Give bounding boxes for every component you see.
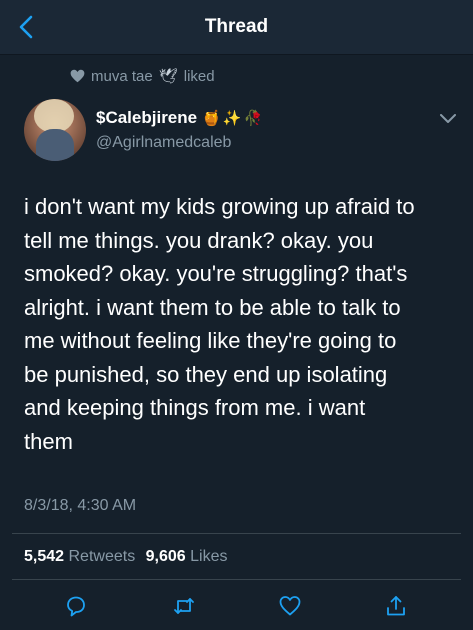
- like-icon[interactable]: [278, 594, 302, 618]
- likes-label: Likes: [190, 548, 228, 565]
- retweets-label: Retweets: [68, 548, 136, 565]
- retweets-stat[interactable]: 5,542 Retweets: [24, 548, 140, 565]
- author-name-emojis: 🍯✨🥀: [202, 110, 265, 127]
- avatar[interactable]: [24, 99, 86, 161]
- tweet-line: i don't want my kids growing up afraid t…: [24, 194, 415, 219]
- tweet-line: them: [24, 428, 73, 454]
- retweets-count: 5,542: [24, 548, 65, 565]
- social-context-user[interactable]: muva tae: [91, 68, 153, 85]
- heart-icon: [70, 69, 85, 83]
- tweet-line: and keeping things from me. i want: [24, 395, 366, 420]
- tweet-timestamp: 8/3/18, 4:30 AM: [24, 497, 137, 514]
- likes-stat[interactable]: 9,606 Likes: [146, 548, 228, 565]
- social-context[interactable]: muva tae 🕊 liked: [70, 67, 215, 85]
- tweet-line: me without feeling like they're going to: [24, 328, 397, 353]
- page-title: Thread: [204, 16, 269, 37]
- tweet-line: smoked? okay. you're struggling? that's: [24, 261, 408, 286]
- reply-icon[interactable]: [64, 594, 88, 618]
- dove-icon: 🕊: [158, 68, 178, 85]
- author-name-text[interactable]: $Calebjirene: [96, 108, 197, 128]
- share-icon[interactable]: [384, 594, 408, 618]
- tweet-line: be punished, so they end up isolating: [24, 361, 388, 387]
- navigation-bar: Thread: [0, 0, 473, 55]
- likes-count: 9,606: [145, 548, 186, 565]
- tweet-line: alright. i want them to be able to talk …: [24, 294, 401, 320]
- divider: [12, 533, 461, 534]
- tweet-stats: 5,542 Retweets 9,606 Likes: [24, 548, 234, 566]
- chevron-down-icon[interactable]: [440, 114, 456, 124]
- social-context-action: liked: [183, 67, 215, 85]
- divider: [12, 579, 461, 580]
- tweet-text: i don't want my kids growing up afraid t…: [24, 190, 464, 458]
- author-handle[interactable]: @Agirlnamedcaleb: [96, 134, 231, 152]
- retweet-icon[interactable]: [172, 594, 196, 618]
- tweet-line: tell me things. you drank? okay. you: [24, 227, 374, 253]
- author-display-name[interactable]: $Calebjirene 🍯✨🥀: [96, 108, 264, 128]
